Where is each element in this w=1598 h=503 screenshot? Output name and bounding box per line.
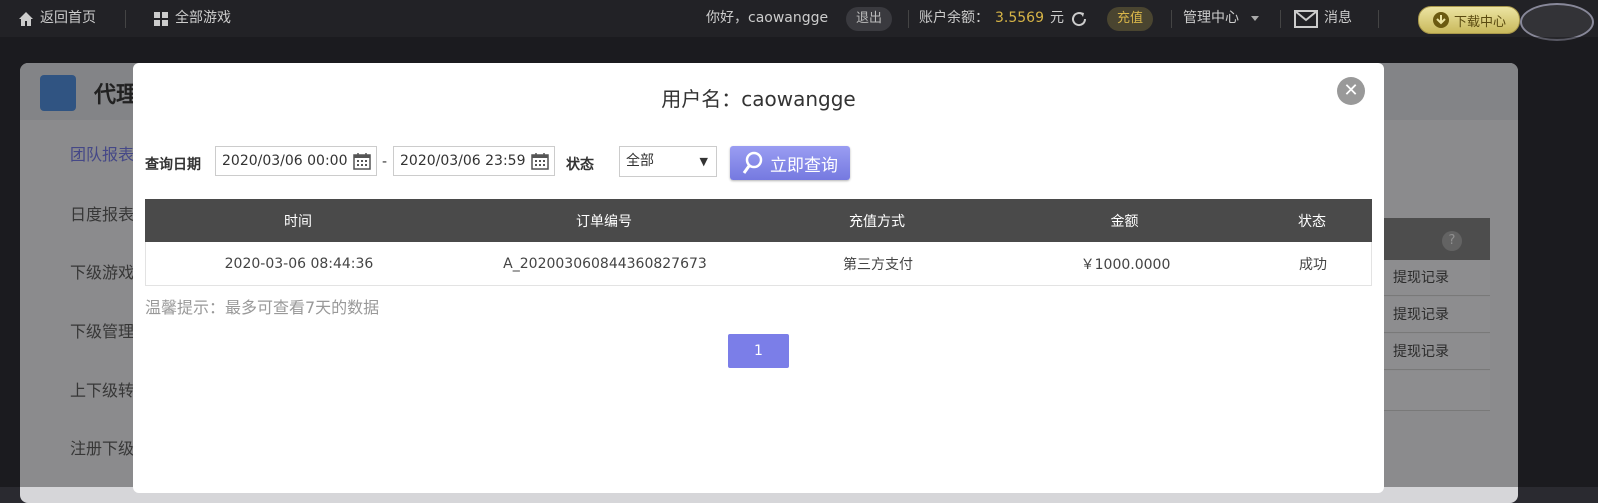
- query-button-label: 立即查询: [770, 155, 838, 176]
- start-date-input[interactable]: 2020/03/06 00:00: [215, 146, 377, 176]
- home-label: 返回首页: [40, 10, 96, 26]
- message-label: 消息: [1324, 10, 1352, 26]
- header-amount: 金额: [1110, 213, 1139, 230]
- balance-label: 账户余额：: [919, 10, 989, 26]
- caret-down-icon: [1251, 15, 1259, 21]
- date-separator: -: [382, 154, 388, 170]
- cell-status: 成功: [1299, 256, 1327, 273]
- all-games-link[interactable]: 全部游戏: [153, 0, 231, 37]
- table-row: 2020-03-06 08:44:36 A_202003060844360827…: [145, 242, 1372, 286]
- logout-button[interactable]: 退出: [846, 6, 893, 31]
- manage-center-label: 管理中心: [1183, 10, 1239, 26]
- table-header: 时间 订单编号 充值方式 金额 状态: [145, 199, 1372, 242]
- query-button[interactable]: 立即查询: [730, 146, 850, 180]
- close-button[interactable]: ✕: [1337, 77, 1365, 105]
- start-date-value: 2020/03/06 00:00: [222, 153, 348, 169]
- all-games-label: 全部游戏: [175, 10, 231, 26]
- download-icon: [1432, 12, 1449, 28]
- download-center-label: 下载中心: [1453, 14, 1506, 30]
- cell-amount: ￥1000.0000: [1080, 256, 1171, 273]
- recharge-button[interactable]: 充值: [1107, 6, 1154, 31]
- magnifier-icon: [742, 151, 763, 174]
- grid-icon: [154, 11, 168, 26]
- cell-method: 第三方支付: [843, 256, 913, 273]
- recharge-record-modal: 用户名：caowangge ✕ 查询日期 2020/03/06 00:00 - …: [133, 63, 1384, 493]
- top-bar: 返回首页 全部游戏 你好，caowangge 退出 账户余额： 3.5569 元…: [0, 0, 1598, 41]
- cell-order-no: A_20200306084436082767​3: [503, 255, 707, 272]
- pagination-page-1[interactable]: 1: [728, 334, 789, 368]
- home-icon: [19, 11, 33, 26]
- home-link[interactable]: 返回首页: [18, 0, 96, 37]
- calendar-icon[interactable]: [530, 151, 550, 171]
- cell-time: 2020-03-06 08:44:36: [224, 255, 374, 272]
- close-icon: ✕: [1343, 80, 1359, 101]
- modal-title: 用户名：caowangge: [661, 87, 856, 111]
- status-select[interactable]: 全部 ▼: [619, 146, 717, 177]
- header-order-no: 订单编号: [576, 213, 632, 230]
- dropdown-arrow-icon: ▼: [699, 155, 708, 168]
- site-logo-stamp: [1520, 3, 1594, 41]
- manage-center-menu[interactable]: 管理中心: [1183, 0, 1265, 37]
- message-link[interactable]: 消息: [1294, 0, 1352, 37]
- calendar-icon[interactable]: [352, 151, 372, 171]
- header-status: 状态: [1298, 213, 1326, 230]
- status-selected-value: 全部: [626, 153, 654, 169]
- end-date-value: 2020/03/06 23:59: [400, 153, 526, 169]
- balance-value: 3.5569: [995, 10, 1044, 26]
- tip-text: 温馨提示：最多可查看7天的数据: [145, 298, 380, 317]
- download-center-button[interactable]: 下载中心: [1418, 6, 1520, 34]
- greeting: 你好，caowangge: [706, 10, 829, 26]
- header-method: 充值方式: [849, 213, 905, 230]
- query-date-label: 查询日期: [145, 157, 201, 173]
- mail-icon: [1294, 9, 1318, 28]
- refresh-icon[interactable]: [1070, 10, 1088, 28]
- end-date-input[interactable]: 2020/03/06 23:59: [393, 146, 555, 176]
- status-label: 状态: [566, 157, 594, 173]
- balance-unit: 元: [1050, 10, 1064, 26]
- header-time: 时间: [284, 213, 312, 230]
